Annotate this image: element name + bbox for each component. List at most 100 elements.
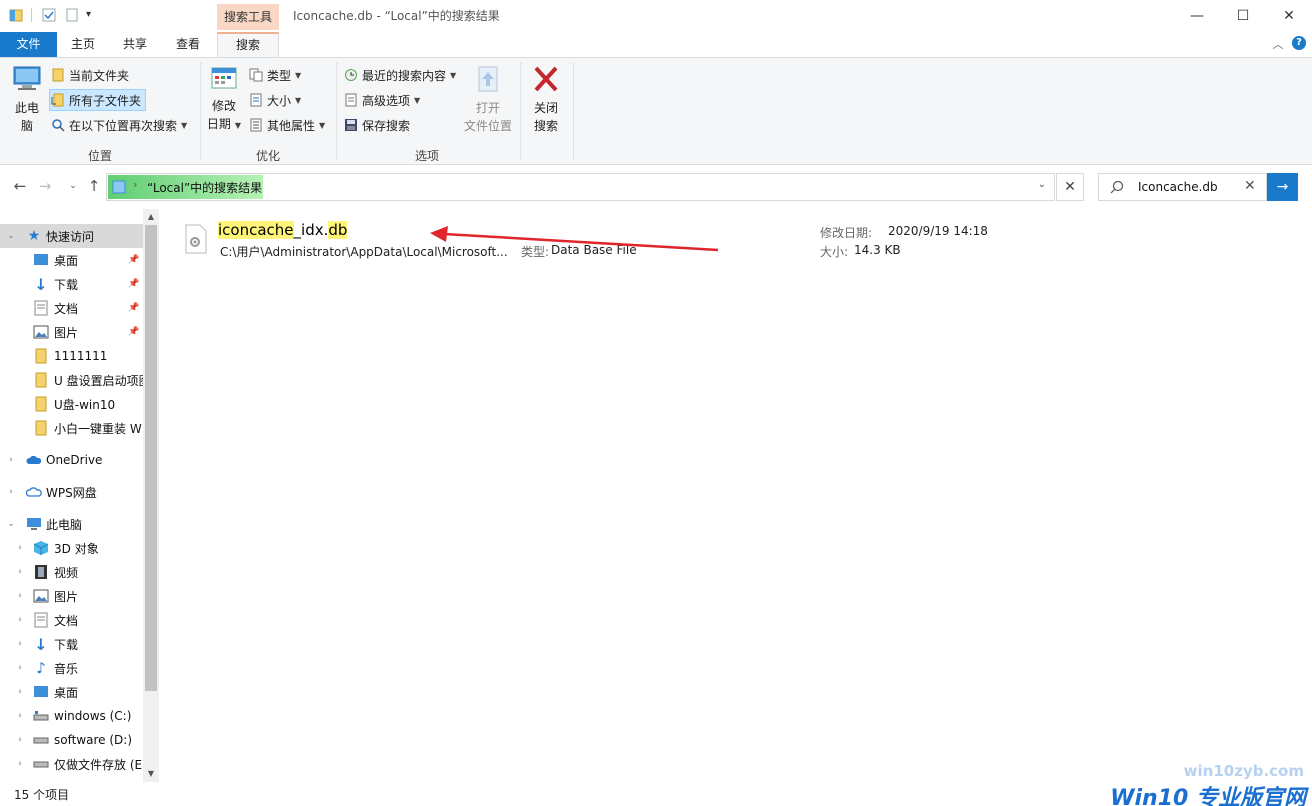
expand-chevron-icon[interactable]: › <box>15 759 25 769</box>
nav-item-desktop[interactable]: 桌面 📌 <box>0 248 143 272</box>
recent-locations-icon[interactable]: ⌄ <box>64 177 82 195</box>
kind-button[interactable]: 类型 ▼ <box>248 64 301 86</box>
expand-chevron-icon[interactable]: › <box>15 591 25 601</box>
expand-chevron-icon[interactable]: › <box>15 543 25 553</box>
scroll-down-arrow-icon[interactable]: ▼ <box>143 766 159 782</box>
stop-search-button[interactable]: ✕ <box>1056 173 1084 201</box>
nav-item-desktop[interactable]: › 桌面 <box>0 680 143 704</box>
nav-item-folder[interactable]: U盘-win10 <box>0 392 143 416</box>
properties-icon[interactable] <box>42 8 56 22</box>
pin-icon[interactable]: 📌 <box>128 327 139 337</box>
forward-arrow-icon[interactable]: → <box>36 177 54 195</box>
expand-chevron-icon[interactable]: › <box>15 567 25 577</box>
nav-scrollbar[interactable]: ▲ ▼ <box>143 209 159 782</box>
other-properties-label: 其他属性 <box>267 118 316 133</box>
customize-toolbar-icon[interactable]: ▾ <box>86 8 100 22</box>
search-input[interactable]: Iconcache.db ✕ <box>1098 173 1267 201</box>
new-folder-icon[interactable] <box>65 8 79 22</box>
collapse-ribbon-icon[interactable]: ︿ <box>1270 36 1286 52</box>
nav-item-videos[interactable]: › 视频 <box>0 560 143 584</box>
computer-icon <box>26 516 42 532</box>
nav-item-3d-objects[interactable]: › 3D 对象 <box>0 536 143 560</box>
title-bar: ▾ 搜索工具 Iconcache.db - “Local”中的搜索结果 — ☐ … <box>0 0 1312 32</box>
search-icon <box>1110 180 1124 194</box>
nav-item-downloads[interactable]: › ↓ 下载 <box>0 632 143 656</box>
advanced-options-button[interactable]: 高级选项 ▼ <box>343 89 420 111</box>
close-search-label-1: 关闭 <box>533 101 558 115</box>
music-note-icon: ♪ <box>36 659 46 677</box>
expand-chevron-icon[interactable]: › <box>15 711 25 721</box>
nav-this-pc[interactable]: ⌄ 此电脑 <box>0 512 143 536</box>
window-title: Iconcache.db - “Local”中的搜索结果 <box>293 9 500 23</box>
scrollbar-thumb[interactable] <box>145 225 157 691</box>
nav-wps-drive[interactable]: › WPS网盘 <box>0 480 143 504</box>
expand-chevron-icon[interactable]: › <box>15 639 25 649</box>
collapse-chevron-icon[interactable]: ⌄ <box>6 519 16 529</box>
expand-chevron-icon[interactable]: › <box>15 687 25 697</box>
group-label-refine: 优化 <box>255 149 280 163</box>
up-arrow-icon[interactable]: ↑ <box>85 177 103 195</box>
minimize-button[interactable]: — <box>1174 0 1220 32</box>
other-properties-button[interactable]: 其他属性 ▼ <box>248 114 325 136</box>
drive-icon <box>33 756 49 772</box>
close-search-button[interactable]: 关闭 搜索 <box>528 64 564 135</box>
expand-chevron-icon[interactable]: › <box>15 615 25 625</box>
expand-chevron-icon[interactable]: › <box>6 455 16 465</box>
this-pc-button[interactable]: 此电 脑 <box>10 64 44 135</box>
windows-drive-icon <box>33 708 49 724</box>
help-icon[interactable]: ? <box>1292 36 1306 50</box>
maximize-button[interactable]: ☐ <box>1220 0 1266 32</box>
tab-share[interactable]: 共享 <box>113 32 157 57</box>
expand-chevron-icon[interactable]: › <box>15 735 25 745</box>
group-label-options: 选项 <box>414 149 439 163</box>
breadcrumb-chevron-icon[interactable]: › <box>133 178 137 191</box>
nav-item-documents[interactable]: 文档 📌 <box>0 296 143 320</box>
search-again-in-label: 在以下位置再次搜索 <box>69 118 178 133</box>
size-button[interactable]: 大小 ▼ <box>248 89 301 111</box>
nav-item-music[interactable]: › ♪ 音乐 <box>0 656 143 680</box>
open-file-location-button[interactable]: 打开 文件位置 <box>462 64 514 135</box>
nav-item-folder[interactable]: 1111111 <box>0 344 143 368</box>
recent-searches-button[interactable]: 最近的搜索内容 ▼ <box>343 64 456 86</box>
search-query-text[interactable]: Iconcache.db <box>1138 180 1218 194</box>
tab-view[interactable]: 查看 <box>166 32 210 57</box>
nav-item-drive-c[interactable]: › windows (C:) <box>0 704 143 728</box>
back-arrow-icon[interactable]: ← <box>11 177 29 195</box>
clear-search-icon[interactable]: ✕ <box>1244 178 1256 194</box>
scroll-up-arrow-icon[interactable]: ▲ <box>143 209 159 225</box>
search-again-in-button[interactable]: 在以下位置再次搜索 ▼ <box>50 114 187 136</box>
close-button[interactable]: ✕ <box>1266 0 1312 32</box>
pin-icon[interactable]: 📌 <box>128 255 139 265</box>
nav-item-label: 桌面 <box>54 253 79 268</box>
nav-item-pictures[interactable]: 图片 📌 <box>0 320 143 344</box>
nav-item-drive-d[interactable]: › software (D:) <box>0 728 143 752</box>
expand-chevron-icon[interactable]: › <box>6 487 16 497</box>
navigation-pane: ⌄ ★ 快速访问 桌面 📌 ↓ 下载 📌 文档 📌 图片 📌 1111111 U… <box>0 209 159 782</box>
save-search-button[interactable]: 保存搜索 <box>343 114 410 136</box>
address-bar[interactable]: › “Local”中的搜索结果 ⌄ <box>106 173 1055 201</box>
pin-icon[interactable]: 📌 <box>128 279 139 289</box>
pin-icon[interactable]: 📌 <box>128 303 139 313</box>
expand-chevron-icon[interactable]: › <box>15 663 25 673</box>
nav-item-downloads[interactable]: ↓ 下载 📌 <box>0 272 143 296</box>
tab-file[interactable]: 文件 <box>0 32 57 57</box>
search-go-button[interactable]: → <box>1267 173 1298 201</box>
nav-item-folder[interactable]: U 盘设置启动项图 <box>0 368 143 392</box>
collapse-chevron-icon[interactable]: ⌄ <box>6 231 16 241</box>
all-subfolders-button[interactable]: 所有子文件夹 <box>49 89 147 111</box>
breadcrumb[interactable]: “Local”中的搜索结果 <box>147 179 262 196</box>
nav-item-folder[interactable]: 小白一键重装 W <box>0 416 143 440</box>
nav-item-documents[interactable]: › 文档 <box>0 608 143 632</box>
nav-onedrive[interactable]: › OneDrive <box>0 448 143 472</box>
tab-home[interactable]: 主页 <box>61 32 105 57</box>
current-folder-button[interactable]: 当前文件夹 <box>50 64 129 86</box>
address-dropdown-icon[interactable]: ⌄ <box>1038 179 1046 190</box>
save-search-label: 保存搜索 <box>362 118 411 133</box>
nav-item-label: 下载 <box>54 637 79 652</box>
nav-quick-access[interactable]: ⌄ ★ 快速访问 <box>0 224 143 248</box>
group-separator <box>336 62 337 160</box>
date-modified-button[interactable]: 修改 日期 ▼ <box>206 64 242 135</box>
nav-item-pictures[interactable]: › 图片 <box>0 584 143 608</box>
nav-item-drive-e[interactable]: › 仅做文件存放 (E <box>0 752 143 776</box>
tab-search[interactable]: 搜索 <box>217 32 279 58</box>
